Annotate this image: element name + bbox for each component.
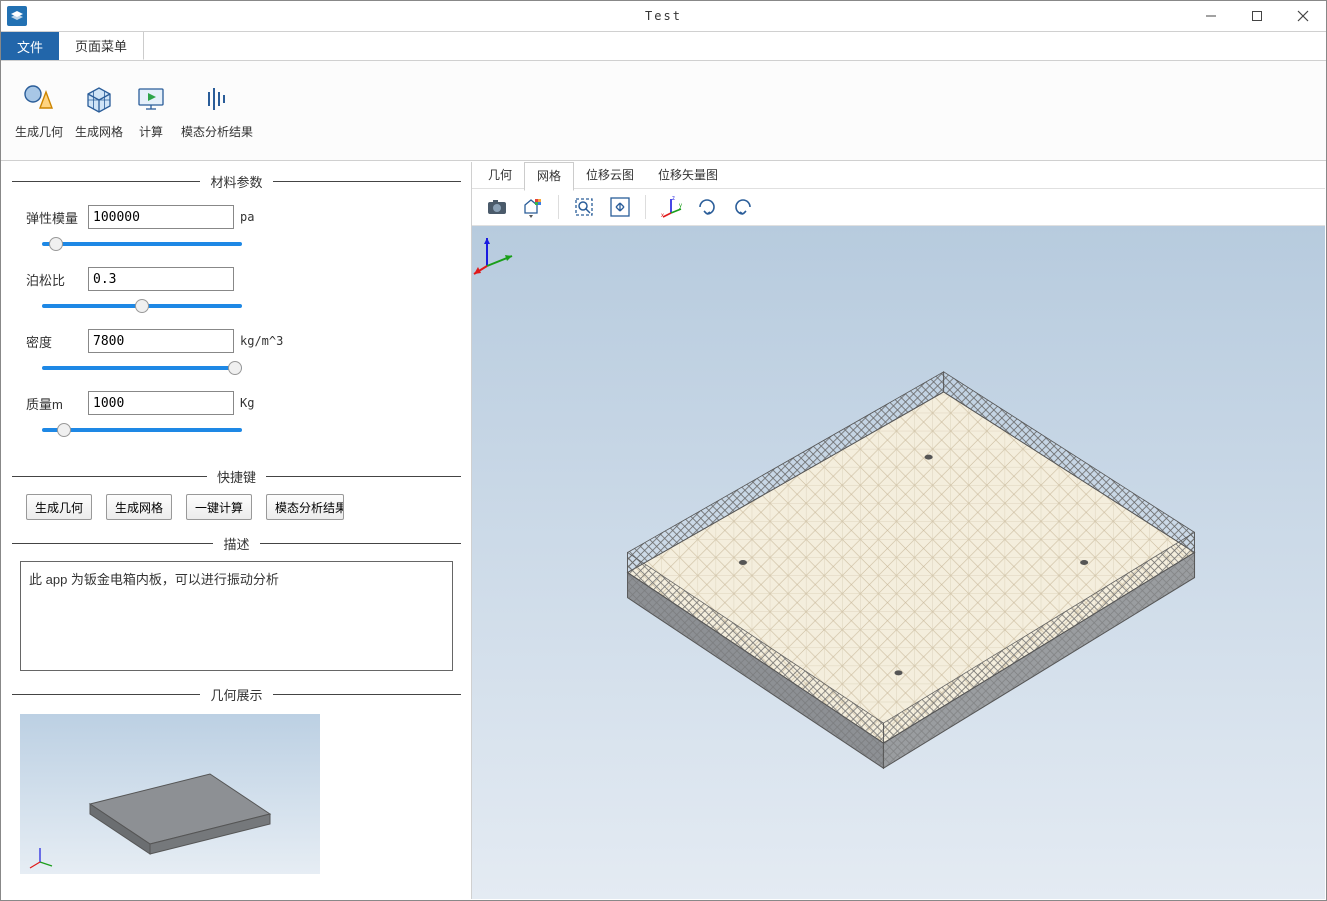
ribbon-generate-geometry[interactable]: 生成几何 [9, 75, 69, 146]
ribbon-generate-mesh[interactable]: 生成网格 [69, 75, 129, 146]
svg-text:y: y [679, 203, 682, 209]
menu-bar: 文件 页面菜单 [1, 31, 1326, 61]
mesh-cube-icon [81, 81, 117, 117]
elastic-modulus-slider[interactable] [42, 242, 242, 246]
mass-input[interactable] [88, 391, 234, 415]
viewport-tab-disp-contour[interactable]: 位移云图 [574, 162, 646, 189]
sphere-cone-icon [21, 81, 57, 117]
ribbon-label: 计算 [139, 123, 163, 140]
separator [645, 195, 646, 219]
shortcut-modal-results[interactable]: 模态分析结果 [266, 494, 344, 520]
camera-icon[interactable] [482, 192, 512, 222]
poisson-ratio-input[interactable] [88, 267, 234, 291]
density-unit: kg/m^3 [240, 334, 283, 348]
section-title: 快捷键 [207, 467, 266, 486]
rotate-ccw-icon[interactable] [728, 192, 758, 222]
app-icon [7, 6, 27, 26]
play-screen-icon [133, 81, 169, 117]
ribbon-label: 模态分析结果 [181, 123, 253, 140]
elastic-modulus-label: 弹性模量 [26, 208, 82, 227]
viewport-tab-disp-vector[interactable]: 位移矢量图 [646, 162, 730, 189]
density-label: 密度 [26, 332, 82, 351]
geometry-preview-section: 几何展示 [12, 685, 461, 896]
shortcut-generate-mesh[interactable]: 生成网格 [106, 494, 172, 520]
poisson-ratio-slider[interactable] [42, 304, 242, 308]
close-button[interactable] [1280, 1, 1326, 31]
axis-triad-icon [472, 226, 522, 276]
geometry-preview[interactable] [20, 714, 320, 874]
rotate-cw-icon[interactable] [692, 192, 722, 222]
menu-tab-file[interactable]: 文件 [1, 32, 59, 60]
description-text: 此 app 为钣金电箱内板，可以进行振动分析 [20, 561, 453, 671]
wave-icon [199, 81, 235, 117]
mass-unit: Kg [240, 396, 254, 410]
section-title: 描述 [213, 534, 259, 553]
ribbon-label: 生成网格 [75, 123, 123, 140]
zoom-box-icon[interactable] [569, 192, 599, 222]
poisson-ratio-label: 泊松比 [26, 270, 82, 289]
menu-tab-pagemenu[interactable]: 页面菜单 [59, 32, 144, 60]
ribbon-modal-results[interactable]: 模态分析结果 [173, 75, 261, 146]
axes-icon[interactable]: zy x [656, 192, 686, 222]
svg-text:z: z [672, 196, 675, 202]
mass-label: 质量m [26, 394, 82, 413]
zoom-extents-icon[interactable] [605, 192, 635, 222]
elastic-modulus-input[interactable] [88, 205, 234, 229]
density-slider[interactable] [42, 366, 242, 370]
viewport-tab-mesh[interactable]: 网格 [524, 162, 574, 191]
shortcuts-section: 快捷键 生成几何 生成网格 一键计算 模态分析结果 [12, 467, 461, 520]
section-title: 材料参数 [200, 172, 272, 191]
viewport-tab-geometry[interactable]: 几何 [476, 162, 524, 189]
title-bar: Test [1, 1, 1326, 31]
svg-text:x: x [661, 213, 664, 219]
maximize-button[interactable] [1234, 1, 1280, 31]
viewport-tabs: 几何 网格 位移云图 位移矢量图 [472, 162, 1325, 188]
shortcut-one-click-compute[interactable]: 一键计算 [186, 494, 252, 520]
shortcut-generate-geometry[interactable]: 生成几何 [26, 494, 92, 520]
mass-slider[interactable] [42, 428, 242, 432]
viewport-canvas[interactable] [472, 226, 1325, 899]
material-params-section: 材料参数 弹性模量 pa 泊松比 密度 kg/m^3 [12, 172, 461, 453]
elastic-modulus-unit: pa [240, 210, 254, 224]
palette-icon[interactable] [518, 192, 548, 222]
ribbon: 生成几何 生成网格 计算 [1, 61, 1326, 161]
viewport-toolbar: zy x [472, 188, 1325, 226]
window-title: Test [645, 9, 682, 23]
section-title: 几何展示 [200, 685, 272, 704]
minimize-button[interactable] [1188, 1, 1234, 31]
density-input[interactable] [88, 329, 234, 353]
ribbon-label: 生成几何 [15, 123, 63, 140]
ribbon-compute[interactable]: 计算 [129, 75, 173, 146]
sidebar: 材料参数 弹性模量 pa 泊松比 密度 kg/m^3 [2, 162, 472, 899]
description-section: 描述 此 app 为钣金电箱内板，可以进行振动分析 [12, 534, 461, 671]
separator [558, 195, 559, 219]
